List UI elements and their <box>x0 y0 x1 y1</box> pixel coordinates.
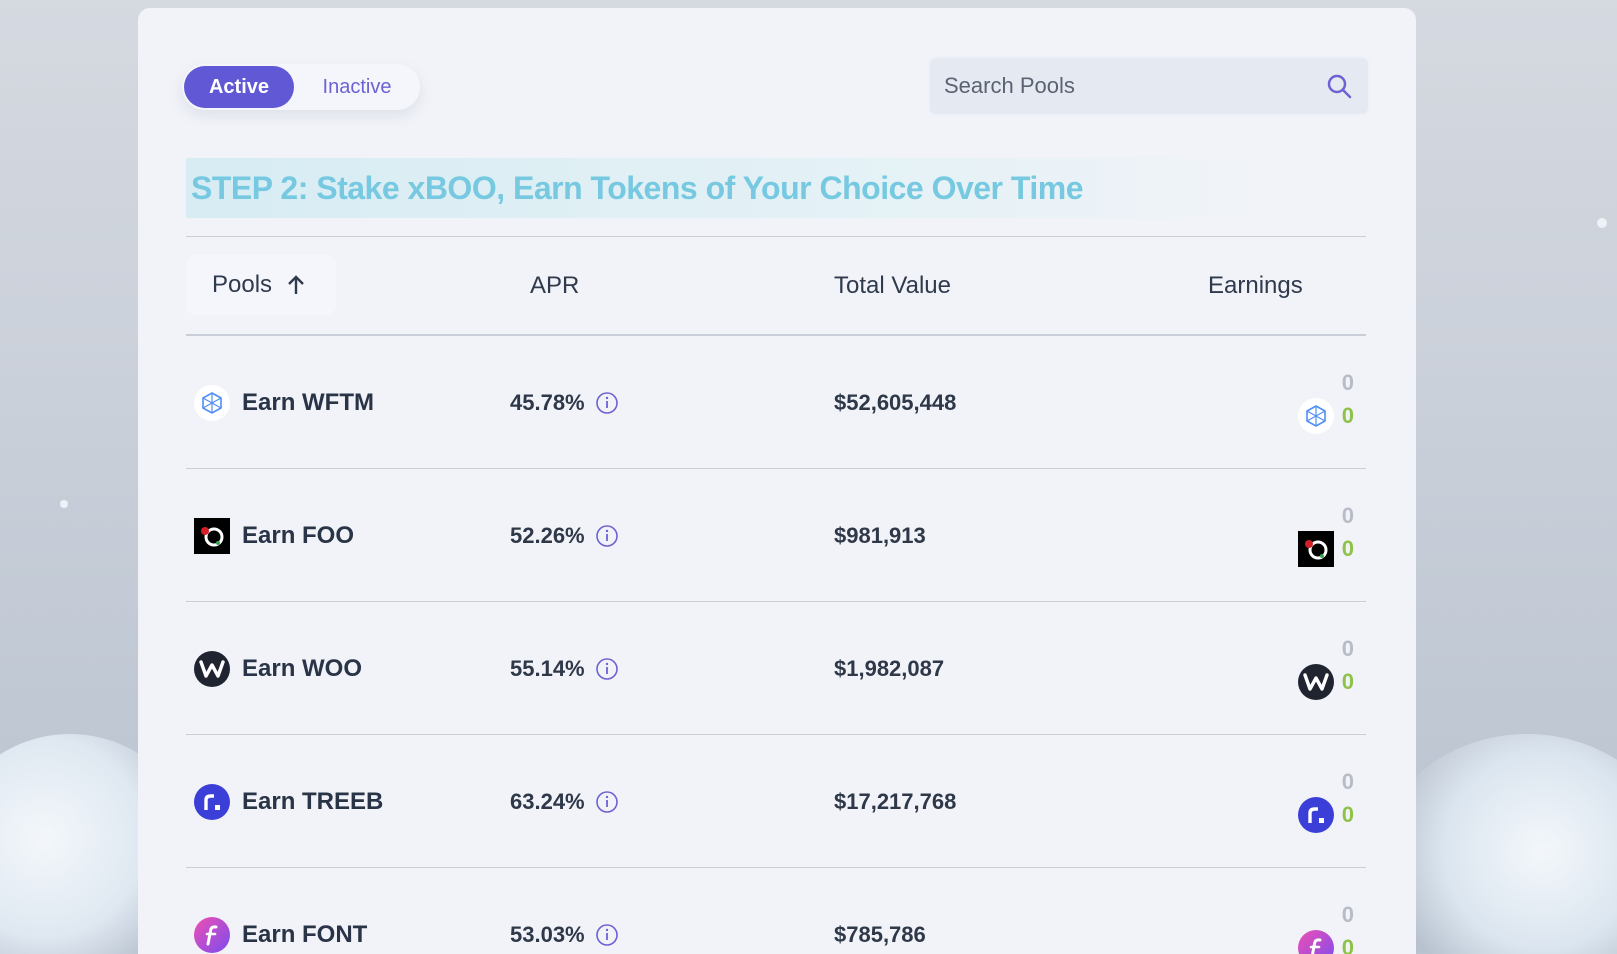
apr-header: APR <box>530 271 580 299</box>
earnings-cell: 0 0 <box>1234 902 1354 954</box>
apr-cell: 45.78% <box>510 336 619 469</box>
pool-cell: Earn WFTM <box>194 336 374 469</box>
font-icon <box>194 916 230 953</box>
table-row[interactable]: Earn TREEB 63.24% $17,217,768 0 0 <box>186 734 1366 867</box>
total-value: $981,913 <box>834 522 926 548</box>
active-tab[interactable]: Active <box>184 66 294 108</box>
info-icon[interactable] <box>595 657 619 681</box>
earnings-cell: 0 0 <box>1234 503 1354 583</box>
total-value: $785,786 <box>834 921 926 947</box>
earnings-cell: 0 0 <box>1234 370 1354 450</box>
table-row[interactable]: Earn FOO 52.26% $981,913 0 0 <box>186 468 1366 601</box>
total-value: $1,982,087 <box>834 655 945 681</box>
wftm-icon <box>1297 398 1334 434</box>
search-box <box>928 56 1370 116</box>
pool-name: Earn FONT <box>242 920 368 948</box>
pool-cell: Earn FOO <box>194 469 354 602</box>
table-row[interactable]: Earn WOO 55.14% $1,982,087 0 0 <box>186 601 1366 734</box>
earnings-header: Earnings <box>1208 271 1303 299</box>
earnings-cell: 0 0 <box>1234 636 1354 716</box>
pool-cell: Earn FONT <box>194 868 367 954</box>
inactive-tab[interactable]: Inactive <box>294 76 420 99</box>
total-value-header: Total Value <box>834 271 951 299</box>
info-icon[interactable] <box>595 524 619 548</box>
treeb-icon <box>1297 797 1334 833</box>
earned-amount-top: 0 <box>1341 636 1354 661</box>
search-icon[interactable] <box>1324 71 1354 101</box>
total-value: $52,605,448 <box>834 389 957 415</box>
earnings-cell: 0 0 <box>1234 769 1354 849</box>
pools-header: Pools <box>212 271 273 298</box>
apr-cell: 63.24% <box>510 735 619 868</box>
info-icon[interactable] <box>595 391 619 415</box>
apr-cell: 53.03% <box>510 868 619 954</box>
earned-amount-top: 0 <box>1341 370 1354 395</box>
snowflake <box>1597 218 1607 228</box>
woo-icon <box>194 650 230 687</box>
apr-value: 53.03% <box>510 921 585 947</box>
treeb-icon <box>194 783 230 820</box>
apr-value: 52.26% <box>510 522 585 548</box>
active-inactive-toggle: Active Inactive <box>182 64 420 110</box>
pools-sort-button[interactable]: Pools <box>186 255 336 315</box>
earned-amount-bottom: 0 <box>1341 669 1354 694</box>
snowflake <box>60 500 68 508</box>
apr-value: 45.78% <box>510 389 585 415</box>
apr-value: 55.14% <box>510 655 585 681</box>
earned-amount-bottom: 0 <box>1341 536 1354 561</box>
pool-cell: Earn WOO <box>194 602 362 735</box>
earned-amount-bottom: 0 <box>1341 403 1354 428</box>
table-row[interactable]: Earn WFTM 45.78% $52,605,448 0 0 <box>186 335 1366 468</box>
info-icon[interactable] <box>595 790 619 814</box>
apr-cell: 52.26% <box>510 469 619 602</box>
table-header: Pools APR Total Value Earnings <box>186 237 1366 334</box>
step-title: STEP 2: Stake xBOO, Earn Tokens of Your … <box>186 158 1262 218</box>
foo-icon <box>194 517 230 554</box>
search-input[interactable] <box>944 73 1324 99</box>
pool-name: Earn WOO <box>242 654 363 682</box>
total-value: $17,217,768 <box>834 788 957 814</box>
apr-cell: 55.14% <box>510 602 619 735</box>
earned-amount-top: 0 <box>1341 503 1354 528</box>
pool-name: Earn WFTM <box>242 388 374 416</box>
arrow-up-icon <box>286 274 306 296</box>
earned-amount-bottom: 0 <box>1341 935 1354 954</box>
pools-panel: Active Inactive STEP 2: Stake xBOO, Earn… <box>138 8 1416 954</box>
table-row[interactable]: Earn FONT 53.03% $785,786 0 0 <box>186 867 1366 954</box>
earned-amount-top: 0 <box>1341 769 1354 794</box>
woo-icon <box>1297 664 1334 700</box>
pool-name: Earn TREEB <box>242 787 384 815</box>
info-icon[interactable] <box>595 923 619 947</box>
pools-table: Pools APR Total Value Earnings Earn WFTM… <box>186 236 1366 954</box>
apr-value: 63.24% <box>510 788 585 814</box>
earned-amount-top: 0 <box>1341 902 1354 927</box>
font-icon <box>1297 930 1334 954</box>
wftm-icon <box>194 384 230 421</box>
foo-icon <box>1297 531 1334 567</box>
pool-cell: Earn TREEB <box>194 735 383 868</box>
pool-name: Earn FOO <box>242 521 355 549</box>
earned-amount-bottom: 0 <box>1341 802 1354 827</box>
